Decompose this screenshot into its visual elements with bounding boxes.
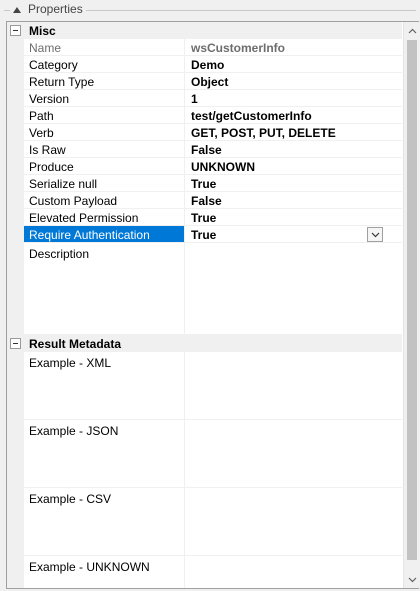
category-background	[24, 22, 402, 39]
property-label: Category	[29, 58, 78, 72]
property-return-type[interactable]: Return Type Object	[7, 73, 402, 90]
category-result-metadata[interactable]: Result Metadata	[7, 335, 402, 352]
property-value[interactable]: True	[191, 211, 381, 225]
property-custom-payload[interactable]: Custom Payload False	[7, 192, 402, 209]
category-label: Misc	[29, 24, 56, 38]
property-value[interactable]: GET, POST, PUT, DELETE	[191, 126, 381, 140]
property-value[interactable]: False	[191, 143, 381, 157]
property-serialize-null[interactable]: Serialize null True	[7, 175, 402, 192]
category-label: Result Metadata	[29, 337, 122, 351]
property-label: Return Type	[29, 75, 95, 89]
vertical-scrollbar[interactable]	[403, 22, 419, 588]
properties-panel-title[interactable]: Properties	[10, 2, 86, 16]
property-example-csv[interactable]: Example - CSV	[7, 488, 402, 556]
property-is-raw[interactable]: Is Raw False	[7, 141, 402, 158]
property-label: Is Raw	[29, 143, 66, 157]
property-value[interactable]: Demo	[191, 58, 381, 72]
property-label: Version	[29, 92, 70, 106]
property-label: Produce	[29, 160, 74, 174]
property-require-authentication[interactable]: Require Authentication True	[7, 226, 402, 243]
property-path[interactable]: Path test/getCustomerInfo	[7, 107, 402, 124]
scrollbar-thumb[interactable]	[407, 40, 417, 560]
property-example-xml[interactable]: Example - XML	[7, 352, 402, 420]
property-label: Description	[29, 247, 90, 261]
property-label: Example - CSV	[29, 492, 112, 506]
property-value[interactable]: True	[191, 177, 381, 191]
property-category[interactable]: Category Demo	[7, 56, 402, 73]
property-label: Require Authentication	[29, 228, 150, 242]
property-version[interactable]: Version 1	[7, 90, 402, 107]
property-label: Example - XML	[29, 356, 112, 370]
property-example-unknown[interactable]: Example - UNKNOWN	[7, 556, 402, 588]
property-label: Example - JSON	[29, 424, 119, 438]
property-label: Custom Payload	[29, 194, 118, 208]
property-value[interactable]: Object	[191, 75, 381, 89]
property-label: Name	[29, 41, 62, 55]
property-verb[interactable]: Verb GET, POST, PUT, DELETE	[7, 124, 402, 141]
category-misc[interactable]: Misc	[7, 22, 402, 39]
property-value[interactable]: test/getCustomerInfo	[191, 109, 381, 123]
property-label: Elevated Permission	[29, 211, 139, 225]
chevron-down-icon[interactable]	[367, 227, 383, 242]
scroll-up-icon[interactable]	[404, 22, 420, 39]
properties-panel-header: Properties	[0, 0, 420, 20]
collapse-icon[interactable]	[10, 338, 21, 349]
property-rows: Misc Name wsCustomerInfo Category Demo R…	[7, 22, 402, 588]
panel-title-text: Properties	[28, 2, 83, 16]
property-label: Example - UNKNOWN	[29, 560, 150, 574]
property-label: Path	[29, 109, 54, 123]
property-value: wsCustomerInfo	[191, 41, 286, 55]
property-value[interactable]: True	[191, 228, 381, 242]
property-produce[interactable]: Produce UNKNOWN	[7, 158, 402, 175]
scroll-down-icon[interactable]	[404, 571, 420, 588]
property-grid: Misc Name wsCustomerInfo Category Demo R…	[6, 21, 419, 589]
property-name: Name wsCustomerInfo	[7, 39, 402, 56]
collapse-panel-icon[interactable]	[13, 6, 21, 13]
property-value[interactable]: 1	[191, 92, 381, 106]
property-example-json[interactable]: Example - JSON	[7, 420, 402, 488]
property-value[interactable]: False	[191, 194, 381, 208]
property-label: Serialize null	[29, 177, 98, 191]
property-label: Verb	[29, 126, 54, 140]
property-description[interactable]: Description	[7, 243, 402, 335]
property-elevated-permission[interactable]: Elevated Permission True	[7, 209, 402, 226]
property-value[interactable]: UNKNOWN	[191, 160, 381, 174]
collapse-icon[interactable]	[10, 25, 21, 36]
